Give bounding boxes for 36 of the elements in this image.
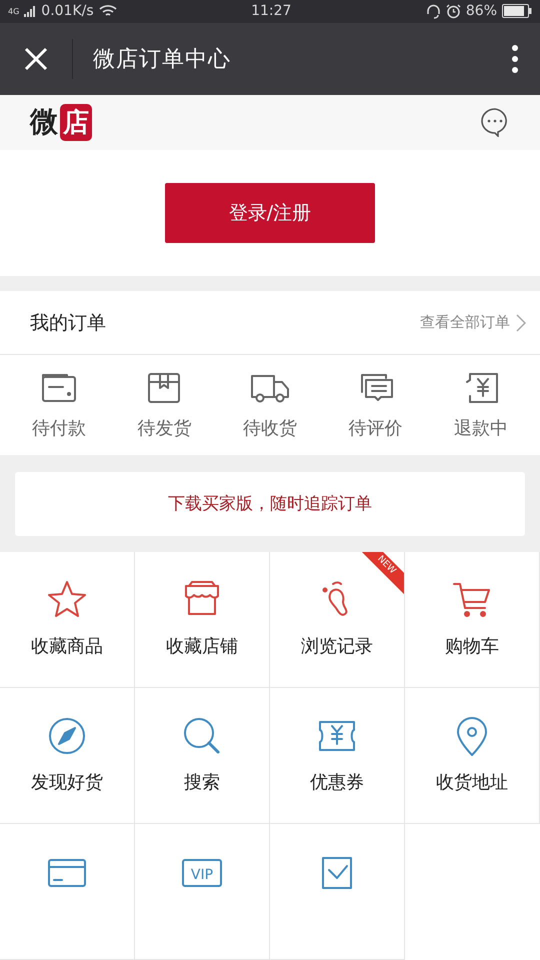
- menu-icon: [511, 44, 519, 74]
- menu-tile[interactable]: 收货地址: [405, 688, 540, 824]
- menu-tile[interactable]: 收藏商品: [0, 552, 135, 688]
- order-status-button[interactable]: 待收货: [217, 355, 323, 455]
- wifi-icon: [98, 4, 117, 18]
- order-status-button[interactable]: 待评价: [322, 355, 428, 455]
- signal-icon: [24, 5, 36, 18]
- menu-tile[interactable]: 收藏店铺: [135, 552, 270, 688]
- network-type: 4G: [8, 6, 20, 16]
- menu-tile[interactable]: 发现好货: [0, 688, 135, 824]
- menu-tile[interactable]: 购物车: [405, 552, 540, 688]
- headset-icon: [426, 4, 441, 19]
- login-register-button[interactable]: 登录/注册: [165, 183, 375, 244]
- logo-text: 微: [30, 104, 58, 140]
- chevron-right-icon: [516, 314, 526, 332]
- battery-percent: 86%: [466, 3, 497, 20]
- section-title: 我的订单: [30, 310, 106, 336]
- order-status-button[interactable]: 待发货: [112, 355, 218, 455]
- network-speed: 0.01K/s: [41, 3, 94, 20]
- menu-tile[interactable]: VIP: [135, 824, 270, 960]
- download-app-banner[interactable]: 下载买家版，随时追踪订单: [15, 472, 525, 536]
- logo-badge: 店: [60, 104, 92, 141]
- view-all-orders-link[interactable]: 查看全部订单: [420, 313, 526, 332]
- menu-tile[interactable]: 搜索: [135, 688, 270, 824]
- message-button[interactable]: [480, 107, 510, 138]
- close-icon: [23, 46, 49, 72]
- menu-tile[interactable]: [0, 824, 135, 960]
- window-title: 微店订单中心: [93, 46, 232, 74]
- chat-bubble-icon: [480, 107, 510, 138]
- clock-time: 11:27: [251, 3, 292, 20]
- order-status-button[interactable]: 退款中: [428, 355, 534, 455]
- order-status-button[interactable]: 待付款: [6, 355, 112, 455]
- menu-tile[interactable]: [270, 824, 405, 960]
- menu-tile[interactable]: 优惠券: [270, 688, 405, 824]
- alarm-icon: [446, 4, 461, 19]
- battery-icon: [502, 4, 532, 18]
